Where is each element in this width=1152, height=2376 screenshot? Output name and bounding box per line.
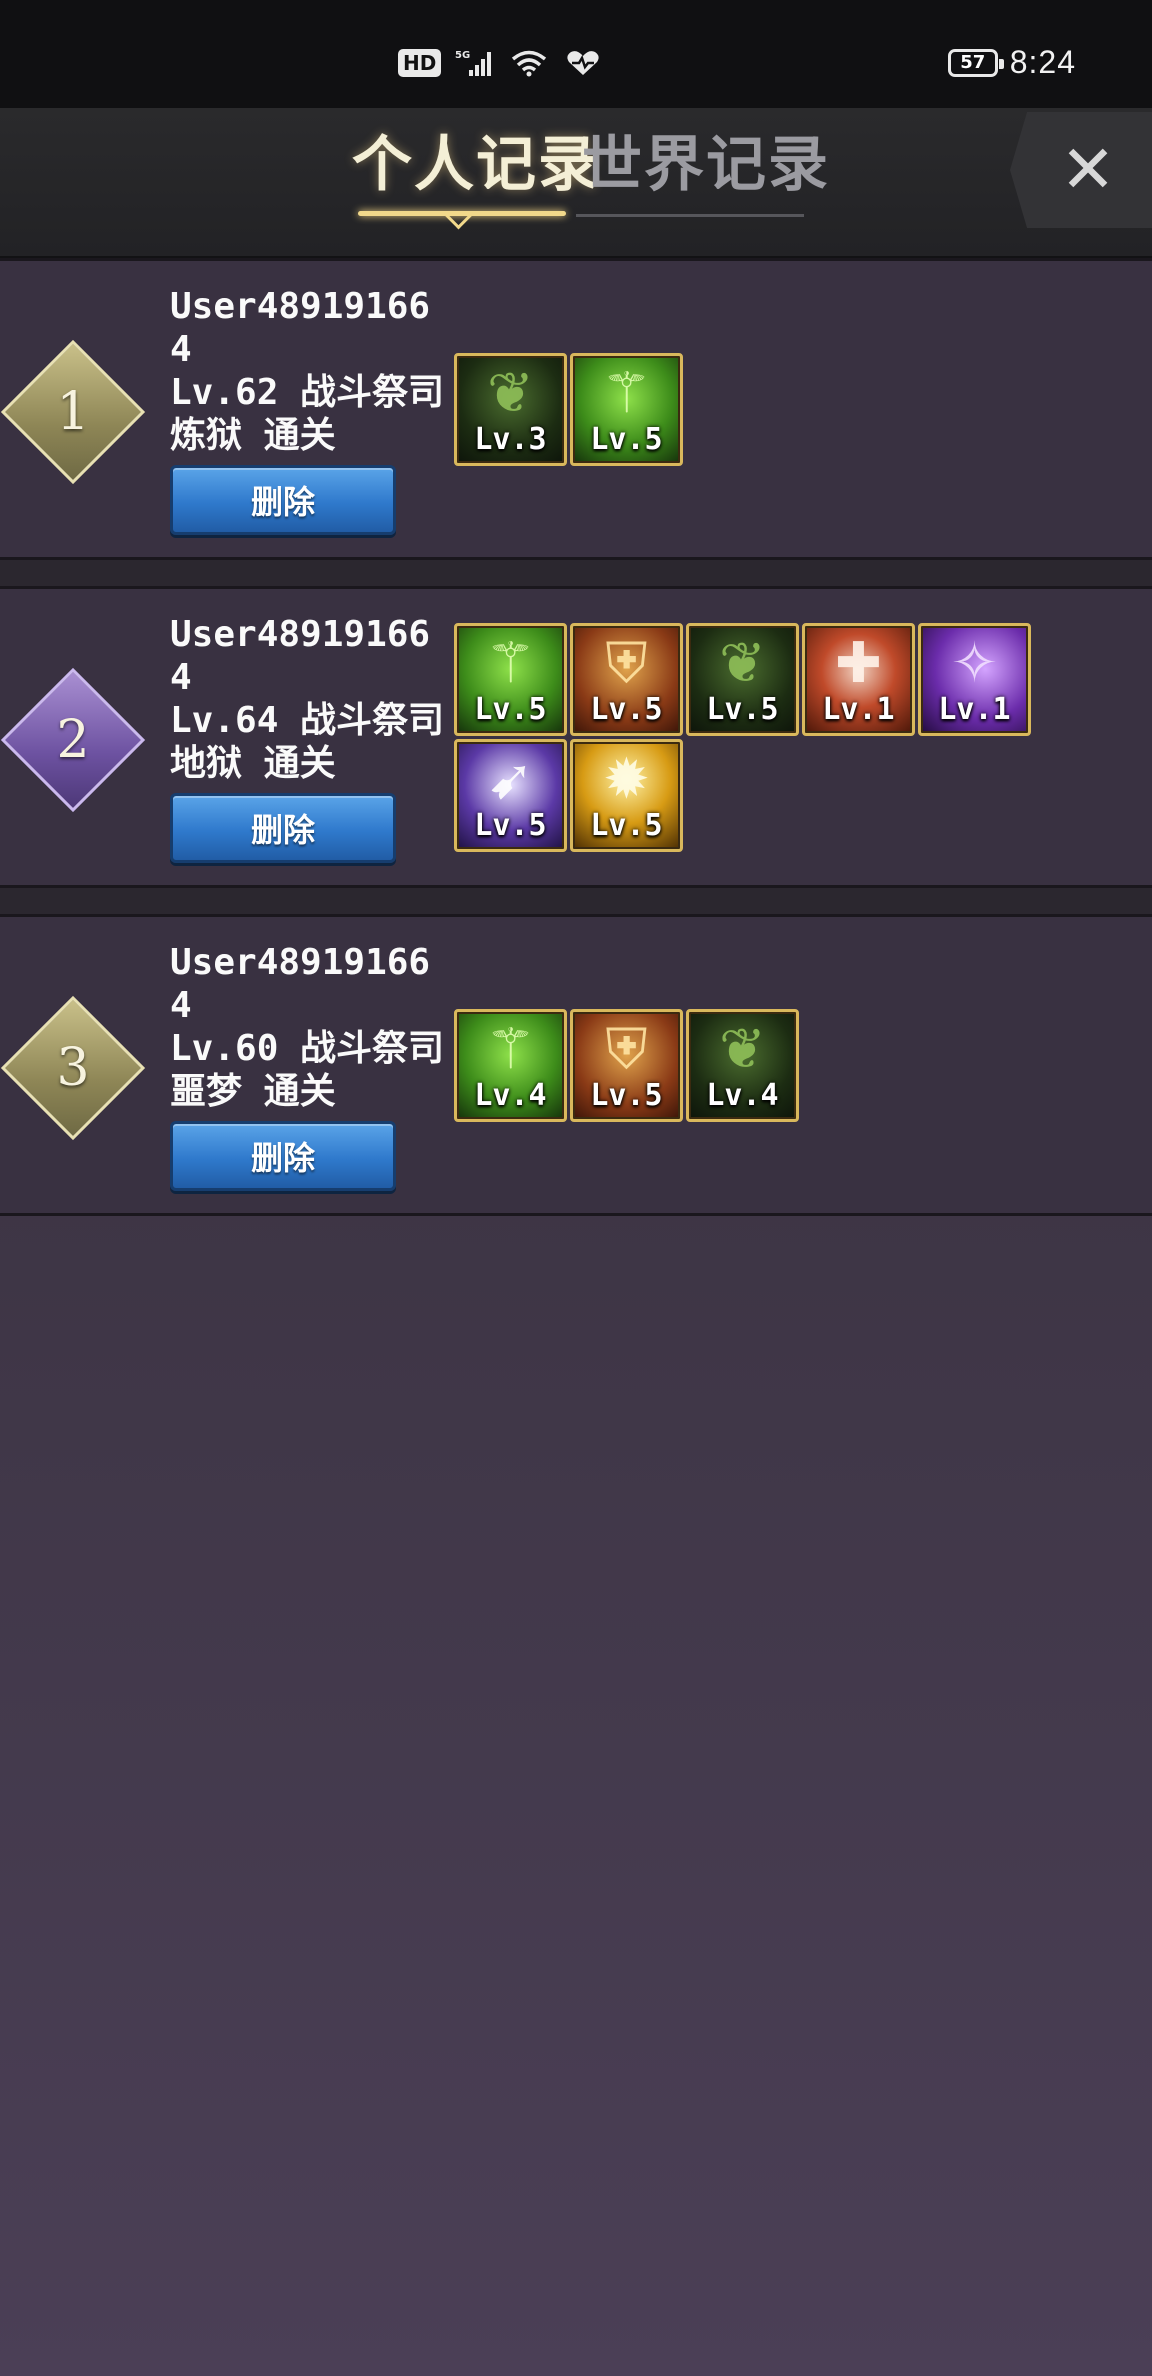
level-class: Lv.64 战斗祭司 (170, 700, 445, 741)
rank-number: 2 (56, 710, 90, 770)
close-icon: ✕ (1060, 131, 1116, 208)
skill-level: Lv.5 (474, 808, 547, 843)
battery-icon: 57 (947, 48, 1004, 77)
skill-slot[interactable]: ❦ Lv.4 (686, 1009, 799, 1122)
skill-slot[interactable]: ➹ Lv.5 (454, 739, 567, 852)
skill-slot[interactable]: ✧ Lv.1 (918, 623, 1031, 736)
skill-slot[interactable]: ⛨ Lv.5 (570, 1009, 683, 1122)
close-button[interactable]: ✕ (1010, 112, 1152, 228)
skill-list: ⚚ Lv.5 ⛨ Lv.5 ❦ Lv.5 ✚ Lv.1 ✧ Lv.1 ➹ Lv.… (454, 623, 1054, 852)
skill-slot[interactable]: ⚚ Lv.5 (454, 623, 567, 736)
skill-list: ❦ Lv.3 ⚚ Lv.5 (454, 353, 1054, 466)
skill-level: Lv.4 (706, 1078, 779, 1113)
difficulty-result: 地狱 通关 (170, 743, 336, 784)
skill-slot[interactable]: ⚚ Lv.5 (570, 353, 683, 466)
skill-slot[interactable]: ✹ Lv.5 (570, 739, 683, 852)
tab-personal-records[interactable]: 个人记录 (352, 116, 600, 203)
violet-strike-icon: ➹ (487, 747, 534, 812)
green-staff-icon: ⚚ (601, 361, 652, 426)
row-divider (0, 888, 1152, 914)
delete-button[interactable]: 删除 (170, 1121, 396, 1191)
skill-level: Lv.1 (938, 692, 1011, 727)
skill-slot[interactable]: ❦ Lv.5 (686, 623, 799, 736)
golden-shield-icon: ⛨ (605, 631, 648, 696)
skill-slot[interactable]: ⚚ Lv.4 (454, 1009, 567, 1122)
delete-button[interactable]: 删除 (170, 465, 396, 535)
status-right: 57 8:24 (947, 44, 1076, 81)
difficulty-result: 噩梦 通关 (170, 1071, 336, 1112)
signal-icon: 5G (455, 50, 492, 76)
holy-light-icon: ✹ (603, 747, 650, 812)
difficulty-result: 炼狱 通关 (170, 415, 336, 456)
active-tab-chevron-icon (443, 199, 474, 230)
skill-level: Lv.1 (822, 692, 895, 727)
battery-level: 57 (960, 52, 986, 73)
user-name: User489191664 (170, 286, 431, 370)
vine-icon: ❦ (719, 631, 766, 696)
record-info: User489191664 Lv.64 战斗祭司 地狱 通关 (170, 613, 444, 785)
purple-claw-icon: ✧ (951, 631, 998, 696)
skill-slot[interactable]: ⛨ Lv.5 (570, 623, 683, 736)
skill-level: Lv.5 (474, 692, 547, 727)
vine-icon: ❦ (487, 361, 534, 426)
golden-shield-icon: ⛨ (605, 1017, 648, 1082)
health-heart-icon (567, 51, 599, 75)
green-staff-icon: ⚚ (485, 631, 536, 696)
record-info: User489191664 Lv.62 战斗祭司 炼狱 通关 (170, 285, 444, 457)
skill-list: ⚚ Lv.4 ⛨ Lv.5 ❦ Lv.4 (454, 1009, 1054, 1122)
record-row: 3 User489191664 Lv.60 战斗祭司 噩梦 通关 删除 ⚚ Lv… (0, 914, 1152, 1216)
records-header: 个人记录 世界记录 ✕ (0, 108, 1152, 259)
holy-cross-icon: ✚ (835, 631, 882, 696)
status-bar: HD 5G 57 8:24 (0, 0, 1152, 108)
tab-world-records[interactable]: 世界记录 (582, 116, 830, 203)
delete-button[interactable]: 删除 (170, 793, 396, 863)
record-row: 1 User489191664 Lv.62 战斗祭司 炼狱 通关 删除 ❦ Lv… (0, 258, 1152, 560)
inactive-tab-indicator (576, 214, 804, 217)
skill-level: Lv.5 (590, 808, 663, 843)
skill-slot[interactable]: ✚ Lv.1 (802, 623, 915, 736)
record-row: 2 User489191664 Lv.64 战斗祭司 地狱 通关 删除 ⚚ Lv… (0, 586, 1152, 888)
skill-slot[interactable]: ❦ Lv.3 (454, 353, 567, 466)
row-divider (0, 560, 1152, 586)
empty-list-area (0, 1216, 1152, 2376)
skill-level: Lv.5 (706, 692, 779, 727)
rank-number: 1 (56, 382, 90, 442)
user-name: User489191664 (170, 942, 431, 1026)
level-class: Lv.62 战斗祭司 (170, 372, 445, 413)
skill-level: Lv.5 (590, 692, 663, 727)
green-staff-icon: ⚚ (485, 1017, 536, 1082)
vine-icon: ❦ (719, 1017, 766, 1082)
status-icons: HD 5G (398, 48, 603, 78)
skill-level: Lv.5 (590, 422, 663, 457)
record-info: User489191664 Lv.60 战斗祭司 噩梦 通关 (170, 941, 444, 1113)
clock: 8:24 (1009, 44, 1076, 80)
rank-number: 3 (56, 1038, 90, 1098)
skill-level: Lv.5 (590, 1078, 663, 1113)
skill-level: Lv.4 (474, 1078, 547, 1113)
level-class: Lv.60 战斗祭司 (170, 1028, 445, 1069)
skill-level: Lv.3 (474, 422, 547, 457)
user-name: User489191664 (170, 614, 431, 698)
wifi-icon (512, 50, 547, 77)
hd-badge: HD (398, 49, 442, 77)
network-label: 5G (455, 50, 470, 61)
